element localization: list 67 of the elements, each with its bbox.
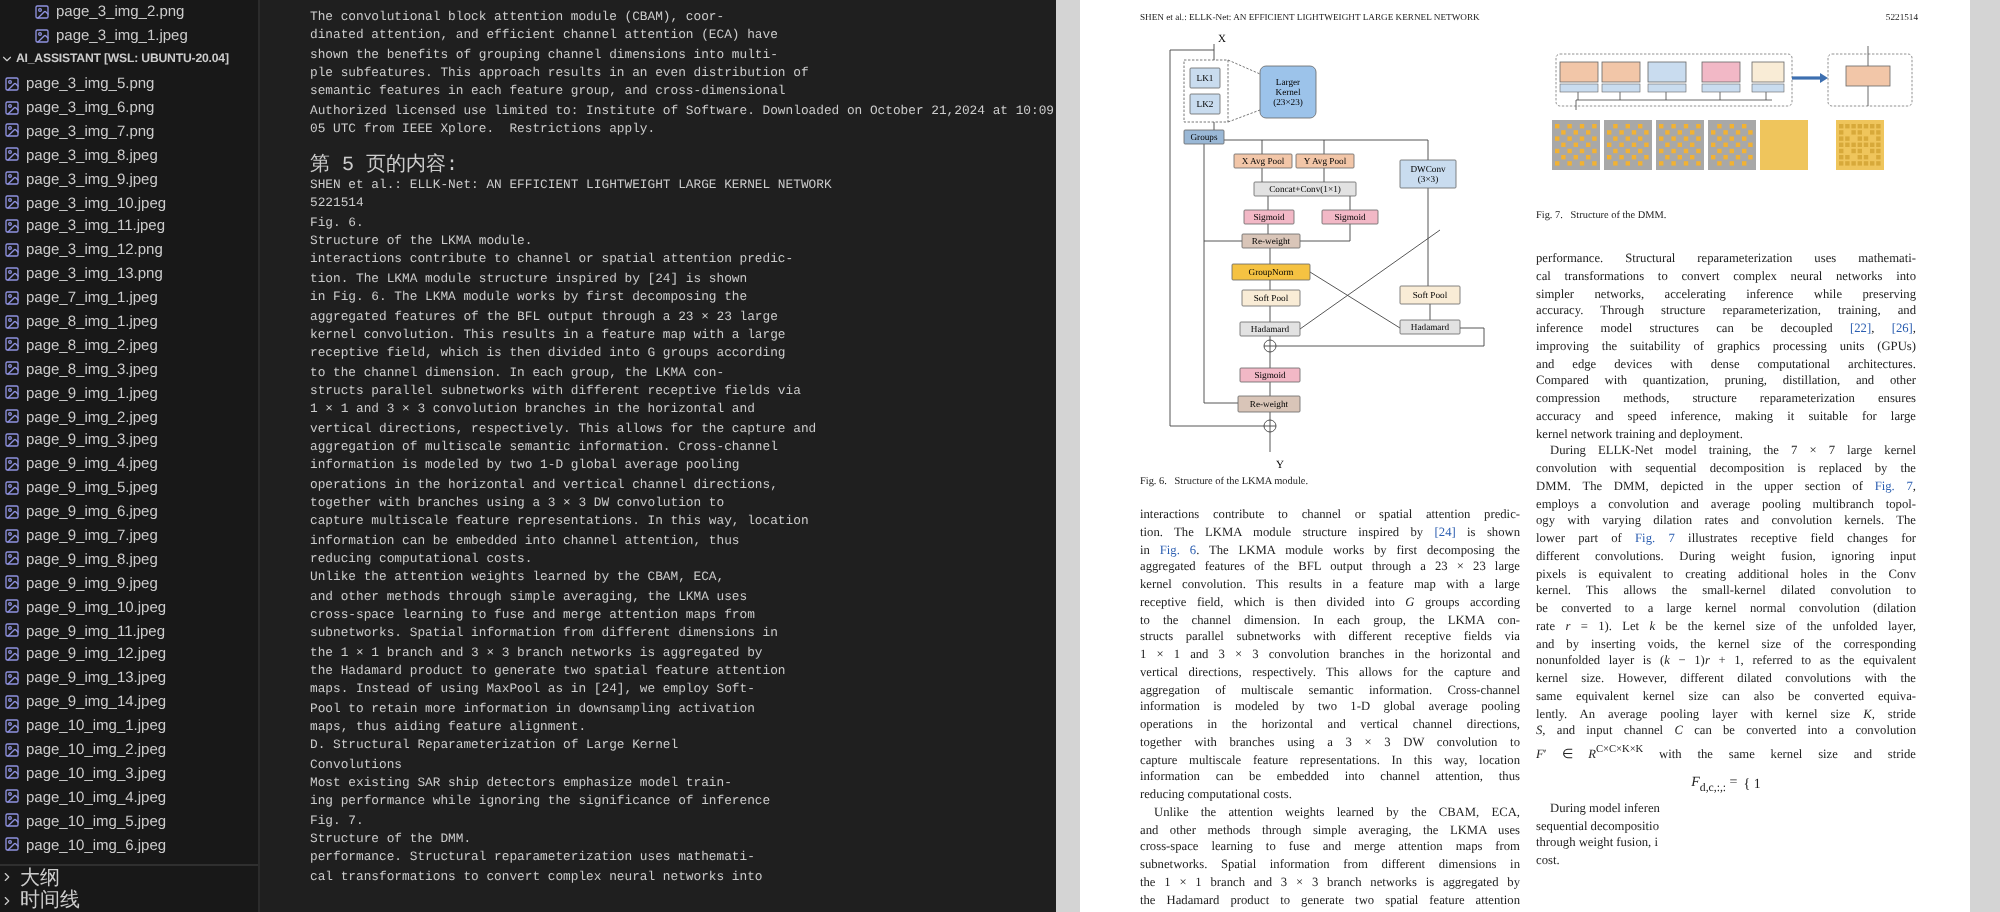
receptive-field-grid (1760, 120, 1808, 170)
image-file-icon (4, 527, 20, 544)
image-file-icon (4, 741, 20, 758)
image-file-icon (4, 146, 20, 163)
image-file-icon (4, 574, 20, 591)
connector-line (1269, 247, 1271, 265)
code-line: 第 5 页的内容: (310, 157, 461, 177)
panel-header[interactable]: 大纲 (0, 864, 258, 889)
reparameterize-arrow (1792, 73, 1828, 83)
image-file-icon (4, 479, 20, 496)
image-file-icon (34, 3, 50, 20)
image-file-icon (4, 241, 20, 258)
branch-block-drawing (1601, 61, 1641, 93)
decomposition-outline (1183, 59, 1261, 123)
image-file-icon (4, 75, 20, 92)
image-file-icon (4, 717, 20, 734)
image-file-icon (4, 812, 20, 829)
inference-phase-outline (1827, 53, 1913, 107)
sum-node-icon (1263, 339, 1277, 353)
image-file-icon (4, 645, 20, 662)
receptive-field-grid (1552, 120, 1600, 170)
image-file-icon (4, 503, 20, 520)
panel-header[interactable]: 时间线 (0, 888, 258, 912)
receptive-field-grid (1708, 120, 1756, 170)
connector-line (1269, 431, 1271, 453)
receptive-field-grid (1604, 120, 1652, 170)
connector-line (1867, 85, 1869, 107)
receptive-field-grid (1836, 120, 1884, 170)
image-file-icon (4, 598, 20, 615)
connector-line (1269, 351, 1271, 369)
image-file-icon (4, 360, 20, 377)
image-file-icon (4, 170, 20, 187)
merged-block (1845, 65, 1891, 87)
receptive-field-grid (1656, 120, 1704, 170)
image-file-icon (4, 550, 20, 567)
image-file-icon (4, 99, 20, 115)
image-file-icon (4, 408, 20, 425)
image-file-icon (4, 336, 20, 353)
image-file-icon (4, 217, 20, 234)
connector-line (1867, 45, 1869, 67)
connector-line (1269, 305, 1271, 323)
image-file-icon (4, 693, 20, 710)
image-file-icon (4, 194, 20, 211)
image-file-icon (4, 122, 20, 139)
branch-block-drawing (1647, 61, 1687, 93)
branch-block-drawing (1751, 61, 1785, 93)
image-file-icon (4, 289, 20, 306)
connector-line (1269, 411, 1271, 421)
image-file-icon (4, 384, 20, 401)
image-file-icon (4, 622, 20, 639)
image-file-icon (4, 836, 20, 853)
connector-line (1269, 335, 1271, 341)
image-file-icon (4, 669, 20, 686)
connector-line (1269, 279, 1271, 291)
image-file-icon (4, 788, 20, 805)
image-file-icon (4, 265, 20, 282)
connector-line (1323, 167, 1325, 183)
image-file-icon (4, 455, 20, 472)
image-file-icon (4, 313, 20, 330)
image-file-icon (4, 431, 20, 448)
sum-node-icon (1263, 419, 1277, 433)
branch-block-drawing (1559, 61, 1599, 93)
branch-block-drawing (1701, 61, 1741, 93)
image-file-icon (34, 27, 50, 44)
connector-line (1269, 381, 1271, 397)
image-file-icon (4, 764, 20, 781)
connector-line (1349, 195, 1351, 211)
